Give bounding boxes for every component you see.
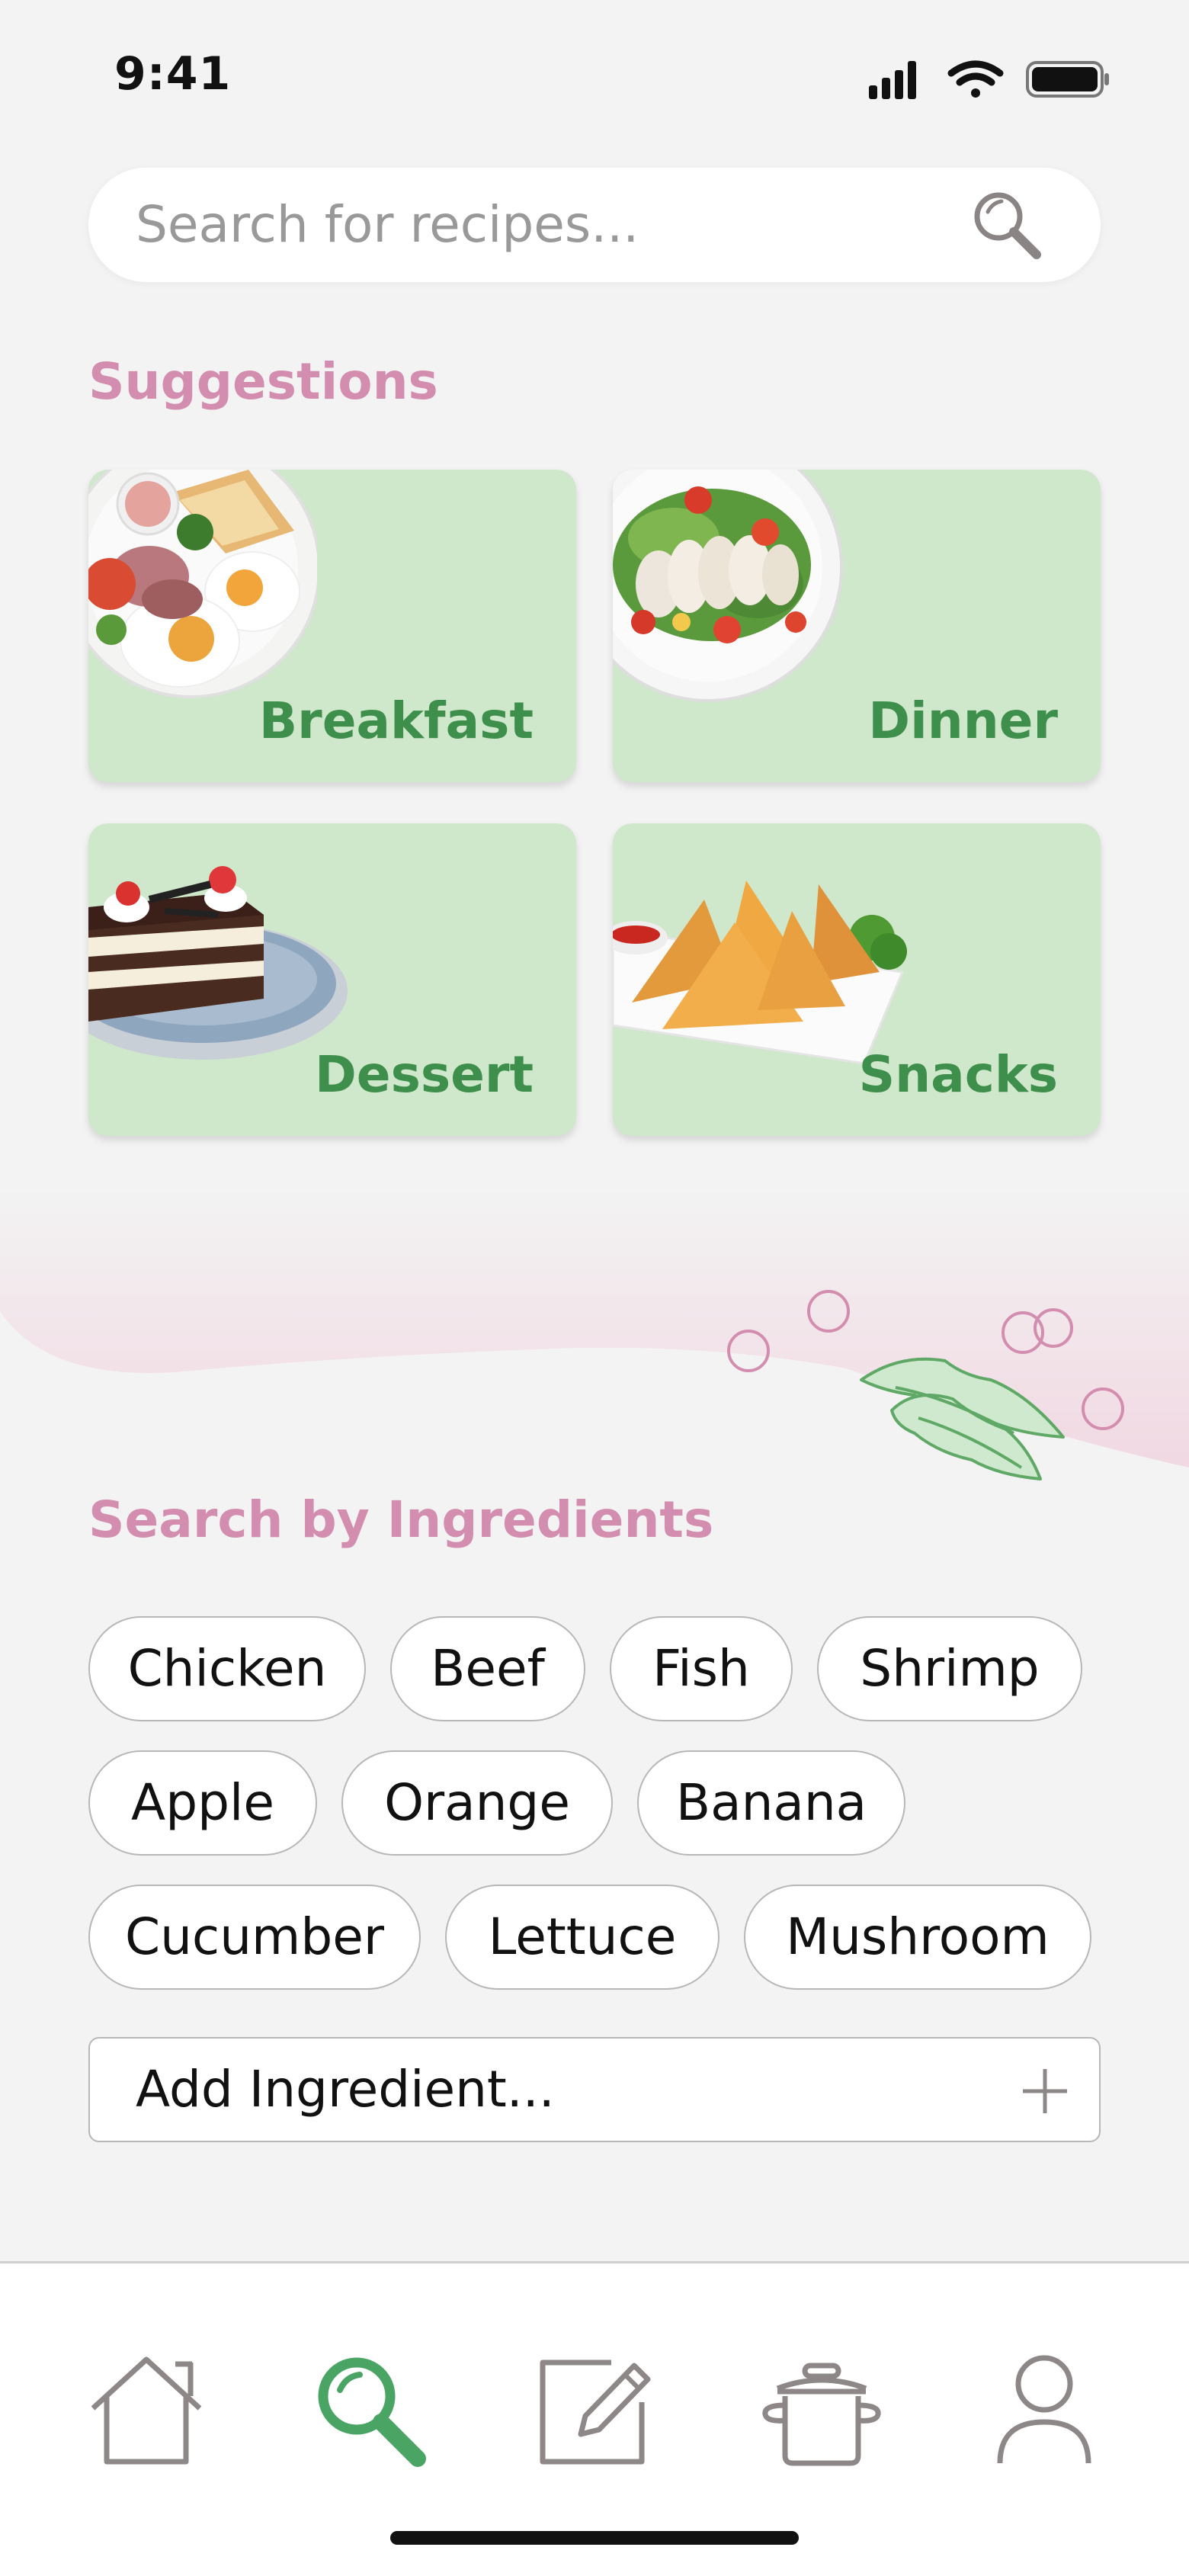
ingredient-chip-orange[interactable]: Orange bbox=[341, 1750, 613, 1856]
battery-icon bbox=[1026, 61, 1109, 98]
ingredient-chip-banana[interactable]: Banana bbox=[637, 1750, 905, 1856]
pot-icon[interactable] bbox=[761, 2349, 883, 2471]
wifi-icon bbox=[947, 60, 1004, 98]
recipe-search-bar[interactable]: Search for recipes... bbox=[88, 168, 1101, 282]
samosas-image bbox=[613, 881, 907, 1065]
card-label: Dinner bbox=[868, 691, 1058, 750]
ingredient-chip-chicken[interactable]: Chicken bbox=[88, 1616, 366, 1721]
card-label: Snacks bbox=[858, 1045, 1058, 1104]
ingredient-chip-cucumber[interactable]: Cucumber bbox=[88, 1885, 421, 1990]
ingredients-title: Search by Ingredients bbox=[88, 1490, 714, 1549]
search-input[interactable]: Search for recipes... bbox=[136, 168, 639, 282]
ingredient-chip-mushroom[interactable]: Mushroom bbox=[744, 1885, 1091, 1990]
breakfast-plate-image bbox=[88, 470, 317, 698]
suggestion-card-dessert[interactable]: Dessert bbox=[88, 823, 576, 1136]
suggestion-card-dinner[interactable]: Dinner bbox=[613, 470, 1101, 782]
status-time: 9:41 bbox=[114, 47, 232, 101]
ingredient-chip-shrimp[interactable]: Shrimp bbox=[817, 1616, 1082, 1721]
suggestion-card-snacks[interactable]: Snacks bbox=[613, 823, 1101, 1136]
decorative-wave-band bbox=[0, 1189, 1189, 1480]
home-icon[interactable] bbox=[85, 2349, 207, 2471]
home-indicator bbox=[390, 2531, 799, 2545]
plus-icon[interactable] bbox=[1020, 2066, 1070, 2116]
search-icon[interactable] bbox=[965, 184, 1049, 268]
status-icons bbox=[869, 60, 1109, 99]
ingredient-chip-fish[interactable]: Fish bbox=[610, 1616, 793, 1721]
add-ingredient-input[interactable]: Add Ingredient... bbox=[136, 2039, 555, 2141]
profile-icon[interactable] bbox=[983, 2349, 1105, 2471]
card-label: Breakfast bbox=[258, 691, 534, 750]
suggestions-title: Suggestions bbox=[88, 352, 438, 411]
cake-slice-image bbox=[88, 866, 348, 1060]
search-tab-icon[interactable] bbox=[308, 2349, 430, 2471]
edit-icon[interactable] bbox=[535, 2349, 657, 2471]
signal-icon bbox=[869, 61, 916, 99]
bottom-tab-bar bbox=[0, 2261, 1189, 2576]
ingredient-chip-apple[interactable]: Apple bbox=[88, 1750, 317, 1856]
ingredient-chip-lettuce[interactable]: Lettuce bbox=[445, 1885, 719, 1990]
add-ingredient-field[interactable]: Add Ingredient... bbox=[88, 2037, 1101, 2142]
card-label: Dessert bbox=[315, 1045, 534, 1104]
ingredient-chip-beef[interactable]: Beef bbox=[390, 1616, 585, 1721]
chicken-salad-image bbox=[613, 470, 843, 702]
suggestion-card-breakfast[interactable]: Breakfast bbox=[88, 470, 576, 782]
